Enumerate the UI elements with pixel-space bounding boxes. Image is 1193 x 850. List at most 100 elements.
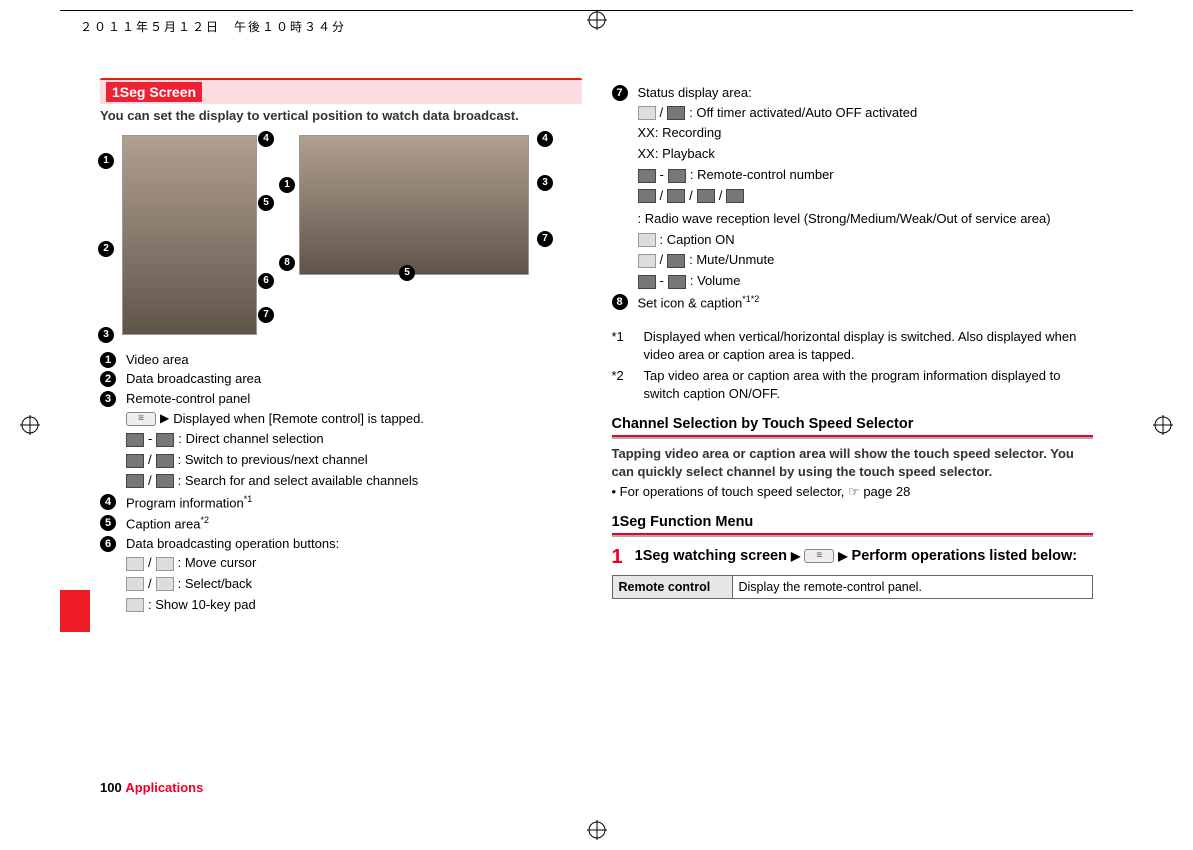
- subheading-channel: Channel Selection by Touch Speed Selecto…: [612, 416, 1094, 432]
- callout-2: 2: [98, 241, 114, 257]
- callout-h8: 8: [279, 255, 295, 271]
- menu-key-icon-2: [804, 549, 834, 563]
- table-c1: Remote control: [612, 576, 732, 599]
- legend-8-sup: *1*2: [742, 294, 759, 304]
- section-heading-bar: 1Seg Screen: [100, 78, 582, 104]
- step-number: 1: [612, 547, 623, 567]
- cursor-down-icon: [156, 557, 174, 571]
- callout-h4: 4: [537, 131, 553, 147]
- signal-weak-icon: [697, 189, 715, 203]
- legend-1: Video area: [126, 351, 582, 369]
- legend-3: Remote-control panel: [126, 390, 582, 408]
- crop-mark-top: [587, 10, 607, 30]
- legend-3c: : Switch to previous/next channel: [178, 451, 368, 470]
- legend-2: Data broadcasting area: [126, 370, 582, 388]
- step-text-a: 1Seg watching screen: [635, 548, 787, 564]
- channel-bullet: For operations of touch speed selector,: [620, 484, 845, 499]
- legend-3b: : Direct channel selection: [178, 430, 323, 449]
- select-icon: [126, 577, 144, 591]
- callout-4: 4: [258, 131, 274, 147]
- legend-7d: : Remote-control number: [690, 166, 834, 185]
- step-text-b: Perform operations listed below:: [852, 548, 1078, 564]
- legend-7h: : Volume: [690, 272, 741, 291]
- caption-on-icon: [638, 233, 656, 247]
- legend-6c: : Show 10-key pad: [148, 596, 256, 615]
- callout-1: 1: [98, 153, 114, 169]
- page-ref-icon: ☞: [848, 484, 860, 499]
- crop-mark-left: [20, 415, 40, 435]
- legend-list: 1Video area 2Data broadcasting area 3Rem…: [100, 351, 582, 615]
- num-key-icon: [126, 433, 144, 447]
- figure-horizontal: [299, 135, 529, 275]
- search-key-icon: [126, 474, 144, 488]
- legend-3a: Displayed when [Remote control] is tappe…: [173, 410, 424, 429]
- autooff-icon: [667, 106, 685, 120]
- right-column: 7Status display area: /: Off timer activ…: [612, 78, 1094, 750]
- cursor-up-icon: [126, 557, 144, 571]
- legend-7c: XX: Playback: [638, 145, 715, 164]
- menu-key-icon: [126, 412, 156, 426]
- unmute-icon: [667, 254, 685, 268]
- search-key-icon-2: [156, 474, 174, 488]
- page-number: 100: [100, 780, 122, 795]
- channel-body: Tapping video area or caption area will …: [612, 445, 1094, 480]
- legend-7f: : Caption ON: [660, 231, 735, 250]
- vol-max-icon: [668, 275, 686, 289]
- legend-7g: : Mute/Unmute: [689, 251, 774, 270]
- callout-6: 6: [258, 273, 274, 289]
- section-title: 1Seg Screen: [106, 82, 202, 102]
- note1: Displayed when vertical/horizontal displ…: [644, 328, 1094, 363]
- legend-6a: : Move cursor: [178, 554, 257, 573]
- vol-min-icon: [638, 275, 656, 289]
- num-key-icon-12: [156, 433, 174, 447]
- legend-4: Program information: [126, 495, 244, 510]
- step-1: 1 1Seg watching screen ▶ ▶ Perform opera…: [612, 547, 1094, 567]
- section-intro: You can set the display to vertical posi…: [100, 108, 582, 125]
- signal-strong-icon: [638, 189, 656, 203]
- left-column: 1Seg Screen You can set the display to v…: [100, 78, 582, 750]
- legend-4-sup: *1: [244, 494, 253, 504]
- signal-out-icon: [726, 189, 744, 203]
- tenkey-icon: [126, 598, 144, 612]
- legend-7: Status display area:: [638, 84, 1094, 102]
- callout-h7: 7: [537, 231, 553, 247]
- offtimer-icon: [638, 106, 656, 120]
- callout-h1: 1: [279, 177, 295, 193]
- subheading-rule-2: [612, 533, 1094, 537]
- legend-7b: XX: Recording: [638, 124, 722, 143]
- subheading-menu: 1Seg Function Menu: [612, 514, 1094, 530]
- callout-7: 7: [258, 307, 274, 323]
- legend-6b: : Select/back: [178, 575, 252, 594]
- callout-3: 3: [98, 327, 114, 343]
- legend-3d: : Search for and select available channe…: [178, 472, 419, 491]
- note2-label: *2: [612, 367, 634, 402]
- up-key-icon: [126, 454, 144, 468]
- legend-7e: : Radio wave reception level (Strong/Med…: [638, 210, 1051, 229]
- legend-5-sup: *2: [200, 515, 209, 525]
- side-tab: [60, 590, 90, 632]
- callout-5: 5: [258, 195, 274, 211]
- function-table: Remote control Display the remote-contro…: [612, 575, 1094, 599]
- subheading-rule: [612, 435, 1094, 439]
- legend-7a: : Off timer activated/Auto OFF activated: [689, 104, 917, 123]
- legend-5: Caption area: [126, 516, 200, 531]
- remote-num-icon-2: [668, 169, 686, 183]
- legend-6: Data broadcasting operation buttons:: [126, 535, 582, 553]
- header-date: ２０１１年５月１２日 午後１０時３４分: [80, 18, 346, 35]
- crop-mark-right: [1153, 415, 1173, 435]
- down-key-icon: [156, 454, 174, 468]
- page-footer: 100 Applications: [100, 780, 203, 795]
- mute-icon: [638, 254, 656, 268]
- callout-h3: 3: [537, 175, 553, 191]
- legend-8: Set icon & caption: [638, 295, 743, 310]
- page-section: Applications: [125, 780, 203, 795]
- channel-ref: page 28: [863, 484, 910, 499]
- figure-row: 1 2 3 4 5 6 7 1 8 5 4 3 7: [100, 135, 582, 335]
- note2: Tap video area or caption area with the …: [644, 367, 1094, 402]
- crop-mark-bottom: [587, 820, 607, 840]
- note1-label: *1: [612, 328, 634, 363]
- callout-h5: 5: [399, 265, 415, 281]
- back-icon: [156, 577, 174, 591]
- signal-med-icon: [667, 189, 685, 203]
- table-c2: Display the remote-control panel.: [732, 576, 1093, 599]
